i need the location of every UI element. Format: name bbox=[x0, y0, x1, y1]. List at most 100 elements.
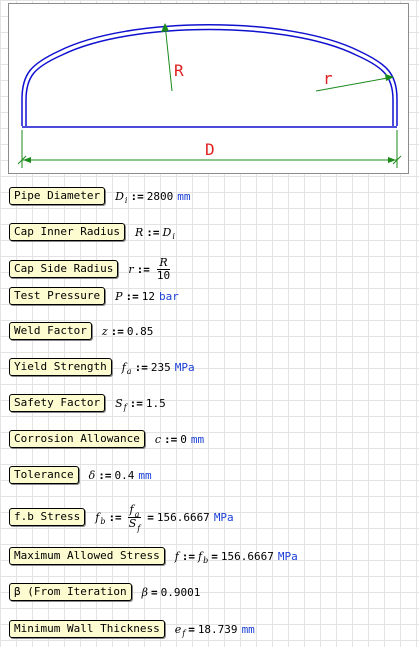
expr-safety-factor[interactable]: Sf := 1.5 bbox=[115, 396, 166, 412]
value: 0.9001 bbox=[160, 585, 201, 599]
var-subscript: f bbox=[182, 628, 186, 638]
row-min-wall-thickness: Minimum Wall Thickness ef = 18.739 mm bbox=[9, 619, 255, 639]
row-tolerance: Tolerance δ := 0.4 mm bbox=[9, 465, 152, 485]
var-subscript: f bbox=[123, 402, 127, 412]
row-fb-stress: f.b Stress fb := fa Sf = 156.6667 MPa bbox=[9, 502, 234, 533]
var-name: δ bbox=[88, 468, 96, 482]
expr-tolerance[interactable]: δ := 0.4 mm bbox=[89, 469, 152, 482]
var-name: P bbox=[115, 289, 123, 303]
unit: mm bbox=[138, 468, 152, 482]
label-beta-iteration[interactable]: β (From Iteration bbox=[9, 583, 132, 601]
fraction-numerator: fa bbox=[127, 502, 142, 519]
expr-max-allowed-stress[interactable]: f := fb = 156.6667 MPa bbox=[175, 549, 298, 565]
row-corrosion-allowance: Corrosion Allowance c := 0 mm bbox=[9, 429, 204, 449]
var-subscript: a bbox=[126, 366, 132, 376]
expr-corrosion-allowance[interactable]: c := 0 mm bbox=[155, 433, 204, 446]
expr-pipe-diameter[interactable]: Di := 2800 mm bbox=[115, 189, 190, 205]
label-cap-side-radius[interactable]: Cap Side Radius bbox=[9, 260, 119, 278]
rhs-var: D bbox=[162, 225, 172, 239]
row-weld-factor: Weld Factor z := 0.85 bbox=[9, 321, 153, 341]
radius-R-arrow bbox=[164, 23, 173, 92]
rhs-subscript: b bbox=[203, 555, 209, 565]
label-yield-strength[interactable]: Yield Strength bbox=[9, 358, 112, 376]
var-name: f bbox=[121, 360, 126, 374]
head-outline-outer bbox=[21, 24, 398, 126]
head-diagram-svg: R r D bbox=[17, 23, 402, 168]
assign-op: := bbox=[129, 396, 143, 410]
denominator-subscript: f bbox=[137, 523, 141, 533]
unit: mm bbox=[190, 432, 205, 446]
equals-op: = bbox=[147, 510, 154, 524]
assign-op: := bbox=[136, 262, 150, 276]
row-pipe-diameter: Pipe Diameter Di := 2800 mm bbox=[9, 186, 190, 206]
var-name: c bbox=[154, 432, 162, 446]
assign-op: := bbox=[181, 549, 196, 563]
label-pipe-diameter[interactable]: Pipe Diameter bbox=[9, 187, 106, 205]
value: 156.6667 bbox=[156, 510, 210, 524]
expr-fb-stress[interactable]: fb := fa Sf = 156.6667 MPa bbox=[95, 502, 233, 533]
fraction-denominator: 10 bbox=[156, 268, 171, 282]
expr-beta-iteration[interactable]: β = 0.9001 bbox=[142, 586, 201, 599]
row-cap-side-radius: Cap Side Radius r := R 10 bbox=[9, 256, 174, 282]
expr-cap-side-radius[interactable]: r := R 10 bbox=[128, 255, 174, 282]
rhs-subscript: i bbox=[172, 231, 175, 241]
value: 235 bbox=[150, 360, 171, 374]
assign-op: := bbox=[130, 189, 144, 203]
label-test-pressure[interactable]: Test Pressure bbox=[9, 287, 106, 305]
var-name: R bbox=[134, 225, 144, 239]
value: 0 bbox=[180, 432, 187, 446]
var-name: D bbox=[115, 189, 124, 203]
label-fb-stress[interactable]: f.b Stress bbox=[9, 508, 86, 526]
assign-op: := bbox=[98, 468, 112, 482]
label-max-allowed-stress[interactable]: Maximum Allowed Stress bbox=[9, 547, 165, 565]
var-name: β bbox=[141, 585, 148, 599]
var-name: f bbox=[95, 510, 100, 524]
row-yield-strength: Yield Strength fa := 235 MPa bbox=[9, 357, 195, 377]
value: 2800 bbox=[146, 189, 174, 203]
expr-cap-inner-radius[interactable]: R := Di bbox=[134, 225, 175, 241]
equals-op: = bbox=[150, 585, 158, 599]
row-test-pressure: Test Pressure P := 12 bar bbox=[9, 286, 179, 306]
assign-op: := bbox=[134, 360, 148, 374]
var-subscript: i bbox=[124, 195, 128, 205]
value: 12 bbox=[141, 289, 155, 303]
var-name: e bbox=[174, 622, 182, 636]
label-cap-inner-radius[interactable]: Cap Inner Radius bbox=[9, 223, 125, 241]
label-safety-factor[interactable]: Safety Factor bbox=[9, 394, 106, 412]
value: 156.6667 bbox=[220, 549, 274, 563]
var-name: z bbox=[101, 324, 108, 338]
fraction: R 10 bbox=[155, 255, 172, 282]
numerator-var: f bbox=[129, 502, 134, 516]
rhs-var: f bbox=[198, 549, 203, 563]
row-max-allowed-stress: Maximum Allowed Stress f := fb = 156.666… bbox=[9, 546, 298, 566]
value: 0.85 bbox=[126, 324, 154, 338]
radius-R-arrowhead bbox=[161, 23, 169, 32]
row-safety-factor: Safety Factor Sf := 1.5 bbox=[9, 393, 166, 413]
equals-op: = bbox=[188, 622, 195, 636]
value: 0.4 bbox=[114, 468, 135, 482]
label-min-wall-thickness[interactable]: Minimum Wall Thickness bbox=[9, 620, 165, 638]
var-subscript: b bbox=[100, 516, 106, 526]
var-name: S bbox=[115, 396, 123, 410]
assign-op: := bbox=[146, 225, 160, 239]
unit: bar bbox=[159, 289, 179, 303]
row-cap-inner-radius: Cap Inner Radius R := Di bbox=[9, 222, 175, 242]
assign-op: := bbox=[164, 432, 178, 446]
assign-op: := bbox=[110, 324, 124, 338]
expr-weld-factor[interactable]: z := 0.85 bbox=[102, 325, 154, 338]
equals-op: = bbox=[211, 549, 218, 563]
expr-min-wall-thickness[interactable]: ef = 18.739 mm bbox=[174, 622, 255, 638]
label-tolerance[interactable]: Tolerance bbox=[9, 466, 79, 484]
fraction-numerator: R bbox=[157, 255, 170, 270]
fraction-denominator: Sf bbox=[127, 517, 143, 533]
value: 1.5 bbox=[145, 396, 166, 410]
assign-op: := bbox=[108, 510, 122, 524]
value: 18.739 bbox=[197, 622, 238, 636]
radius-R-label: R bbox=[174, 61, 184, 80]
unit: MPa bbox=[277, 549, 298, 563]
expr-yield-strength[interactable]: fa := 235 MPa bbox=[121, 360, 195, 376]
row-beta-iteration: β (From Iteration β = 0.9001 bbox=[9, 582, 200, 602]
label-weld-factor[interactable]: Weld Factor bbox=[9, 322, 92, 340]
expr-test-pressure[interactable]: P := 12 bar bbox=[115, 290, 179, 303]
label-corrosion-allowance[interactable]: Corrosion Allowance bbox=[9, 430, 145, 448]
